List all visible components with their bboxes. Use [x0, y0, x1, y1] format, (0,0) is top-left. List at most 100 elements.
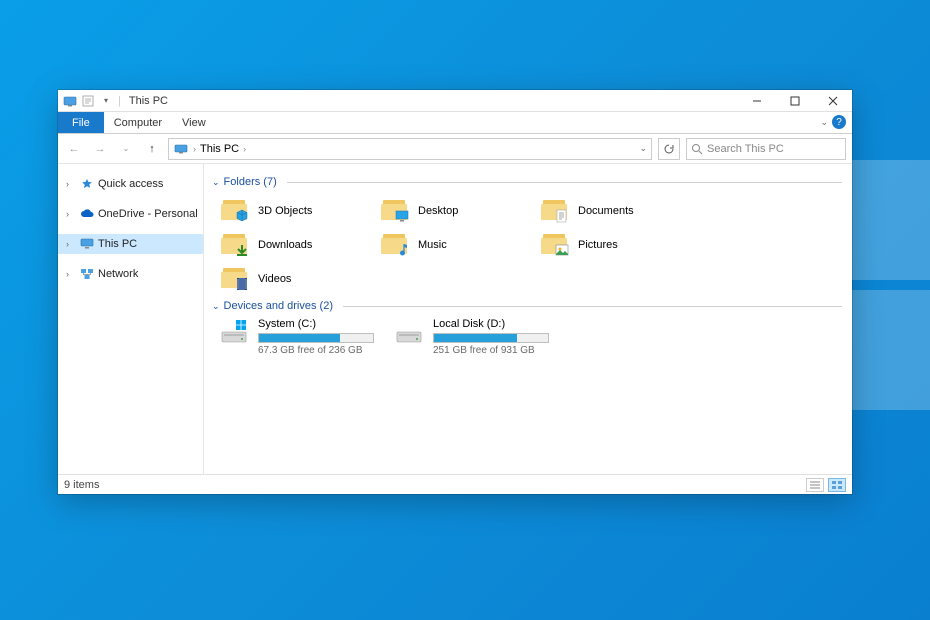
pc-icon [80, 237, 94, 251]
arrow-icon [234, 242, 250, 258]
star-icon [80, 177, 94, 191]
nav-up-button[interactable]: ↑ [142, 139, 162, 159]
quick-access-toolbar: ▾ | [58, 93, 123, 109]
breadcrumb-current[interactable]: This PC [200, 143, 239, 155]
folder-icon [220, 232, 250, 258]
address-bar-row: ← → ⌄ ↑ › This PC › ⌄ Search This PC [58, 134, 852, 164]
folder-icon [220, 198, 250, 224]
group-header-folders[interactable]: ⌄ Folders (7) [212, 176, 842, 188]
file-explorer-window: ▾ | This PC File Computer View ⌄ ? ← → ⌄… [58, 90, 852, 494]
folder-item[interactable]: Desktop [380, 194, 540, 228]
file-tab[interactable]: File [58, 112, 104, 133]
window-title: This PC [129, 95, 168, 107]
drive-label: System (C:) [258, 318, 374, 330]
tree-label: OneDrive - Personal [98, 208, 198, 220]
folder-icon [220, 266, 250, 292]
view-details-button[interactable] [806, 478, 824, 492]
drive-item[interactable]: System (C:) 67.3 GB free of 236 GB [220, 318, 395, 356]
content-area: ⌄ Folders (7) 3D Objects Desktop Documents… [204, 164, 852, 474]
address-bar[interactable]: › This PC › ⌄ [168, 138, 652, 160]
chevron-right-icon[interactable]: › [66, 209, 76, 219]
minimize-button[interactable] [738, 90, 776, 112]
drive-capacity-bar [433, 333, 549, 343]
close-button[interactable] [814, 90, 852, 112]
chevron-down-icon[interactable]: ⌄ [212, 301, 220, 312]
folder-label: Desktop [418, 205, 458, 217]
folder-grid: 3D Objects Desktop Documents Downloads Music… [210, 194, 842, 296]
folder-label: Music [418, 239, 447, 251]
tab-view[interactable]: View [172, 112, 216, 133]
search-input[interactable]: Search This PC [686, 138, 846, 160]
photo-icon [554, 242, 570, 258]
drive-capacity-bar [258, 333, 374, 343]
drive-free-space: 67.3 GB free of 236 GB [258, 345, 374, 356]
cloud-icon [80, 207, 94, 221]
help-icon[interactable]: ? [832, 115, 846, 129]
address-dropdown-icon[interactable]: ⌄ [639, 143, 647, 154]
folder-item[interactable]: Downloads [220, 228, 380, 262]
maximize-button[interactable] [776, 90, 814, 112]
folder-item[interactable]: Videos [220, 262, 380, 296]
search-icon [691, 143, 703, 155]
group-header-drives[interactable]: ⌄ Devices and drives (2) [212, 300, 842, 312]
network-icon [80, 267, 94, 281]
navigation-pane: › Quick access › OneDrive - Personal › T… [58, 164, 204, 474]
folder-item[interactable]: 3D Objects [220, 194, 380, 228]
breadcrumb-chevron-icon[interactable]: › [193, 144, 196, 154]
ribbon-expand-icon[interactable]: ⌄ [820, 117, 828, 128]
folder-icon [540, 232, 570, 258]
qat-separator: | [118, 95, 121, 107]
refresh-button[interactable] [658, 138, 680, 160]
tree-item-this-pc[interactable]: › This PC [58, 234, 203, 254]
desktop-icon [394, 208, 410, 224]
explorer-body: › Quick access › OneDrive - Personal › T… [58, 164, 852, 474]
tree-label: Quick access [98, 178, 163, 190]
folder-item[interactable]: Music [380, 228, 540, 262]
hard-drive-icon [220, 320, 250, 346]
folder-item[interactable]: Documents [540, 194, 700, 228]
folder-label: Downloads [258, 239, 312, 251]
folder-icon [380, 232, 410, 258]
status-bar: 9 items [58, 474, 852, 494]
drive-free-space: 251 GB free of 931 GB [433, 345, 549, 356]
tree-item-onedrive[interactable]: › OneDrive - Personal [58, 204, 203, 224]
folder-item[interactable]: Pictures [540, 228, 700, 262]
nav-back-button[interactable]: ← [64, 139, 84, 159]
folder-label: Pictures [578, 239, 618, 251]
tab-computer[interactable]: Computer [104, 112, 172, 133]
folder-label: Videos [258, 273, 291, 285]
view-large-icons-button[interactable] [828, 478, 846, 492]
doc-icon [554, 208, 570, 224]
window-controls [738, 90, 852, 112]
tree-label: This PC [98, 238, 137, 250]
titlebar: ▾ | This PC [58, 90, 852, 112]
tree-label: Network [98, 268, 138, 280]
tree-item-quick-access[interactable]: › Quick access [58, 174, 203, 194]
folder-label: 3D Objects [258, 205, 312, 217]
properties-icon[interactable] [80, 93, 96, 109]
group-divider [287, 182, 842, 183]
tree-item-network[interactable]: › Network [58, 264, 203, 284]
folder-label: Documents [578, 205, 634, 217]
hard-drive-icon [395, 320, 425, 346]
drive-label: Local Disk (D:) [433, 318, 549, 330]
note-icon [394, 242, 410, 258]
nav-recent-chevron-icon[interactable]: ⌄ [116, 139, 136, 159]
film-icon [234, 276, 250, 292]
folder-icon [380, 198, 410, 224]
search-placeholder: Search This PC [707, 143, 784, 155]
drive-grid: System (C:) 67.3 GB free of 236 GB Local D… [210, 318, 842, 356]
chevron-right-icon[interactable]: › [66, 239, 76, 249]
group-header-label: Devices and drives (2) [224, 300, 333, 312]
chevron-right-icon[interactable]: › [66, 269, 76, 279]
breadcrumb-chevron-icon[interactable]: › [243, 144, 246, 154]
cube-icon [234, 208, 250, 224]
group-divider [343, 306, 842, 307]
chevron-down-icon[interactable]: ⌄ [212, 177, 220, 188]
chevron-right-icon[interactable]: › [66, 179, 76, 189]
nav-forward-button[interactable]: → [90, 139, 110, 159]
qat-chevron-icon[interactable]: ▾ [98, 93, 114, 109]
status-item-count: 9 items [64, 479, 99, 491]
app-icon [62, 93, 78, 109]
drive-item[interactable]: Local Disk (D:) 251 GB free of 931 GB [395, 318, 570, 356]
